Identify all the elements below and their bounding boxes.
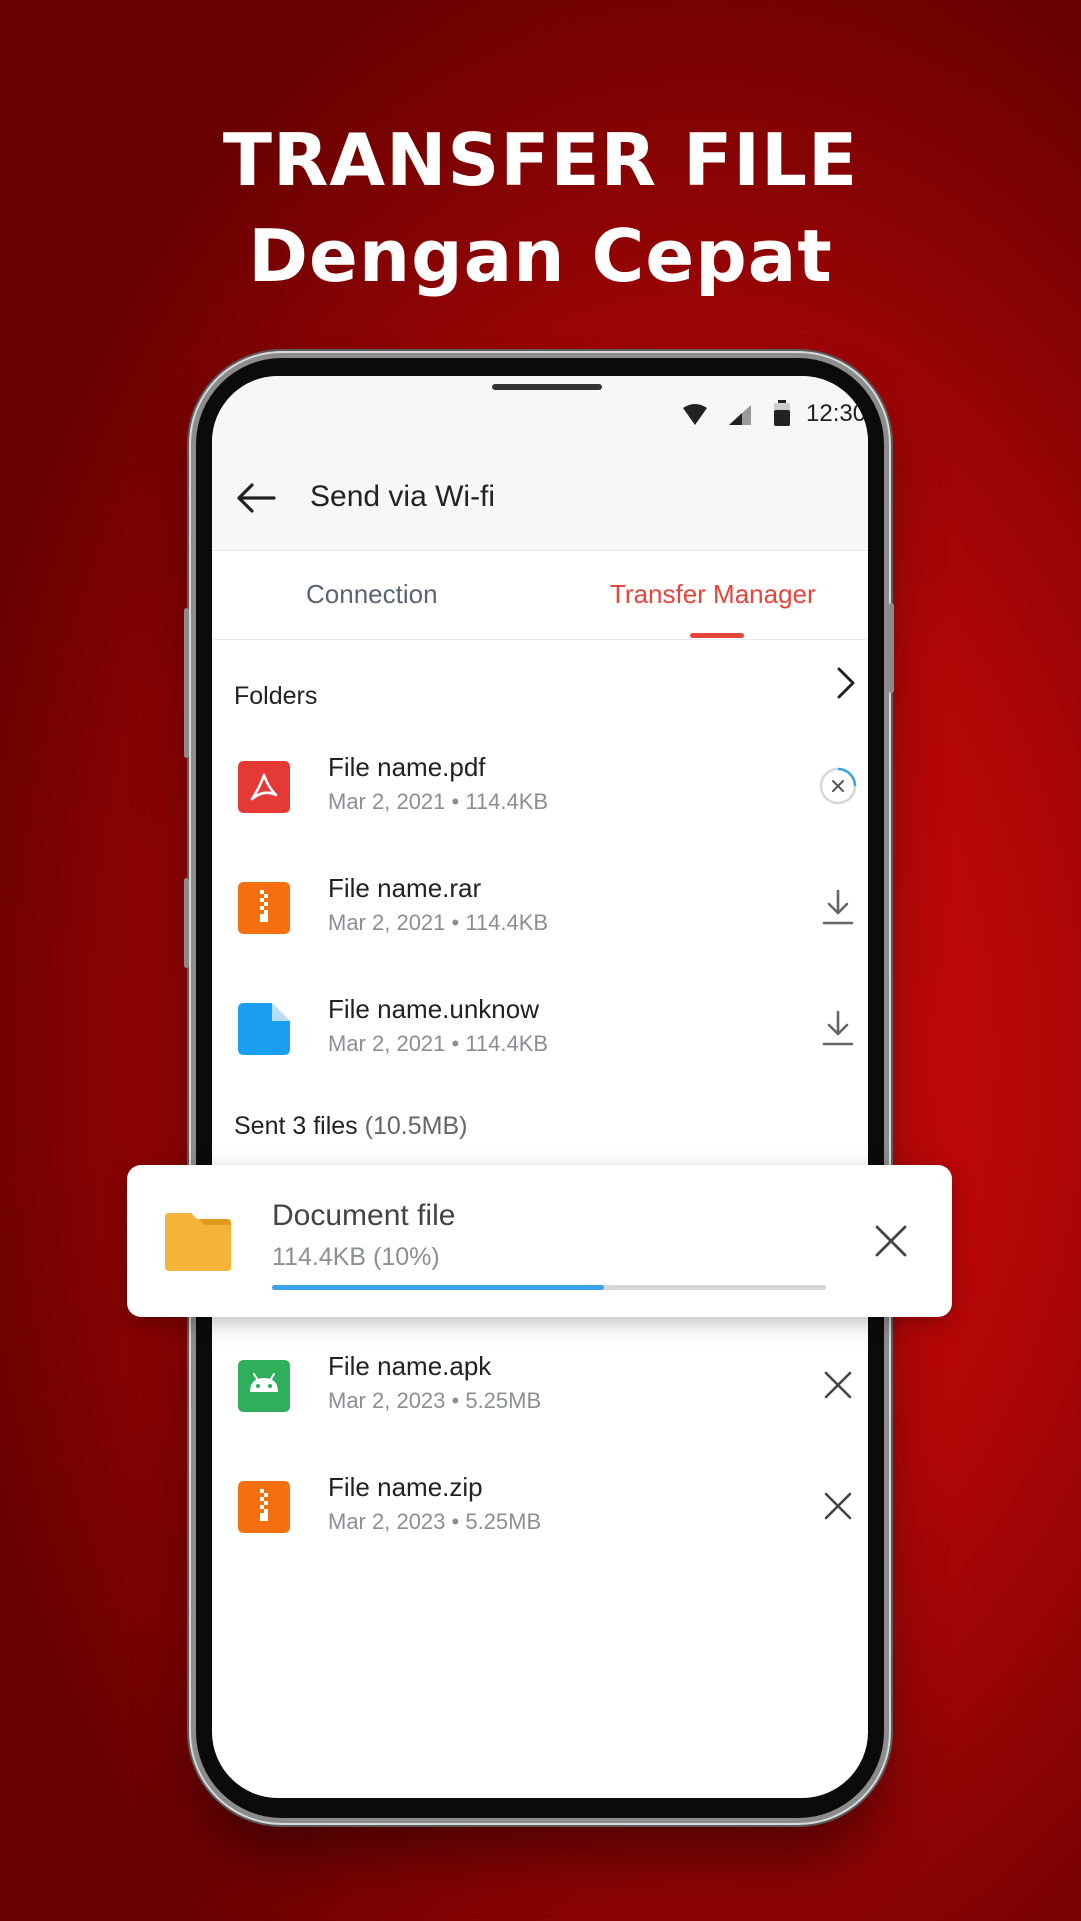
file-meta: Mar 2, 2023 • 5.25MB [328, 1509, 542, 1534]
progress-bar [272, 1285, 826, 1290]
folders-section-title[interactable]: Folders [234, 682, 317, 711]
side-button [184, 878, 189, 968]
list-item[interactable]: File name.unknow Mar 2, 2021 • 114.4KB [212, 976, 868, 1097]
tab-transfer-manager[interactable]: Transfer Manager [610, 579, 816, 610]
headline-line-2: Dengan Cepat [248, 214, 833, 298]
wifi-icon [683, 404, 707, 425]
status-time: 12:30 [806, 400, 867, 427]
back-arrow-icon[interactable] [236, 482, 276, 514]
transfer-file-title: Document file [272, 1199, 456, 1232]
sent-size: (10.5MB) [364, 1112, 468, 1140]
chevron-right-icon[interactable] [834, 666, 858, 700]
list-item[interactable]: File name.rar Mar 2, 2021 • 114.4KB [212, 855, 868, 976]
pdf-icon [238, 761, 290, 813]
page-title: Send via Wi-fi [310, 480, 496, 513]
transfer-progress-card[interactable]: Document file 114.4KB (10%) [127, 1165, 952, 1317]
status-bar: 12:30 [212, 376, 868, 446]
file-name: File name.rar [328, 873, 482, 903]
active-tab-indicator [690, 633, 744, 638]
close-icon[interactable] [873, 1223, 909, 1259]
close-icon[interactable] [816, 1363, 860, 1407]
headline-line-1: TRANSFER FILE [222, 118, 859, 202]
android-icon [238, 1360, 290, 1412]
sent-count: Sent 3 files [234, 1112, 358, 1140]
cancel-progress-icon[interactable] [816, 764, 860, 808]
progress-bar-fill [272, 1285, 605, 1290]
file-meta: Mar 2, 2021 • 114.4KB [328, 1031, 549, 1056]
phone-frame: 12:30 Send via Wi-fi Connection Transfer… [184, 358, 894, 1818]
list-item[interactable]: File name.pdf Mar 2, 2021 • 114.4KB [212, 734, 868, 855]
transfer-progress-text: 114.4KB (10%) [272, 1243, 440, 1271]
close-icon[interactable] [816, 1484, 860, 1528]
list-item[interactable]: File name.apk Mar 2, 2023 • 5.25MB [212, 1333, 868, 1454]
battery-icon [774, 400, 790, 426]
promo-headline: TRANSFER FILE Dengan Cepat [0, 112, 1081, 304]
folder-icon [165, 1213, 231, 1271]
file-name: File name.unknow [328, 994, 539, 1024]
tab-bar: Connection Transfer Manager [212, 551, 868, 640]
signal-icon [729, 405, 751, 425]
sent-section-title: Sent 3 files (10.5MB) [234, 1112, 467, 1141]
file-meta: Mar 2, 2021 • 114.4KB [328, 910, 549, 935]
file-meta: Mar 2, 2021 • 114.4KB [328, 789, 549, 814]
download-icon[interactable] [816, 1006, 860, 1050]
app-bar: Send via Wi-fi [212, 446, 868, 551]
file-meta: Mar 2, 2023 • 5.25MB [328, 1388, 542, 1413]
power-button [889, 603, 894, 693]
file-name: File name.apk [328, 1351, 492, 1381]
download-icon[interactable] [816, 885, 860, 929]
file-name: File name.pdf [328, 752, 486, 782]
earpiece-speaker [492, 384, 602, 390]
archive-icon [238, 1481, 290, 1533]
file-icon [238, 1003, 290, 1055]
file-name: File name.zip [328, 1472, 483, 1502]
archive-icon [238, 882, 290, 934]
list-item[interactable]: File name.zip Mar 2, 2023 • 5.25MB [212, 1454, 868, 1575]
volume-button [184, 608, 189, 758]
tab-connection[interactable]: Connection [306, 579, 438, 610]
phone-screen: 12:30 Send via Wi-fi Connection Transfer… [212, 376, 868, 1798]
